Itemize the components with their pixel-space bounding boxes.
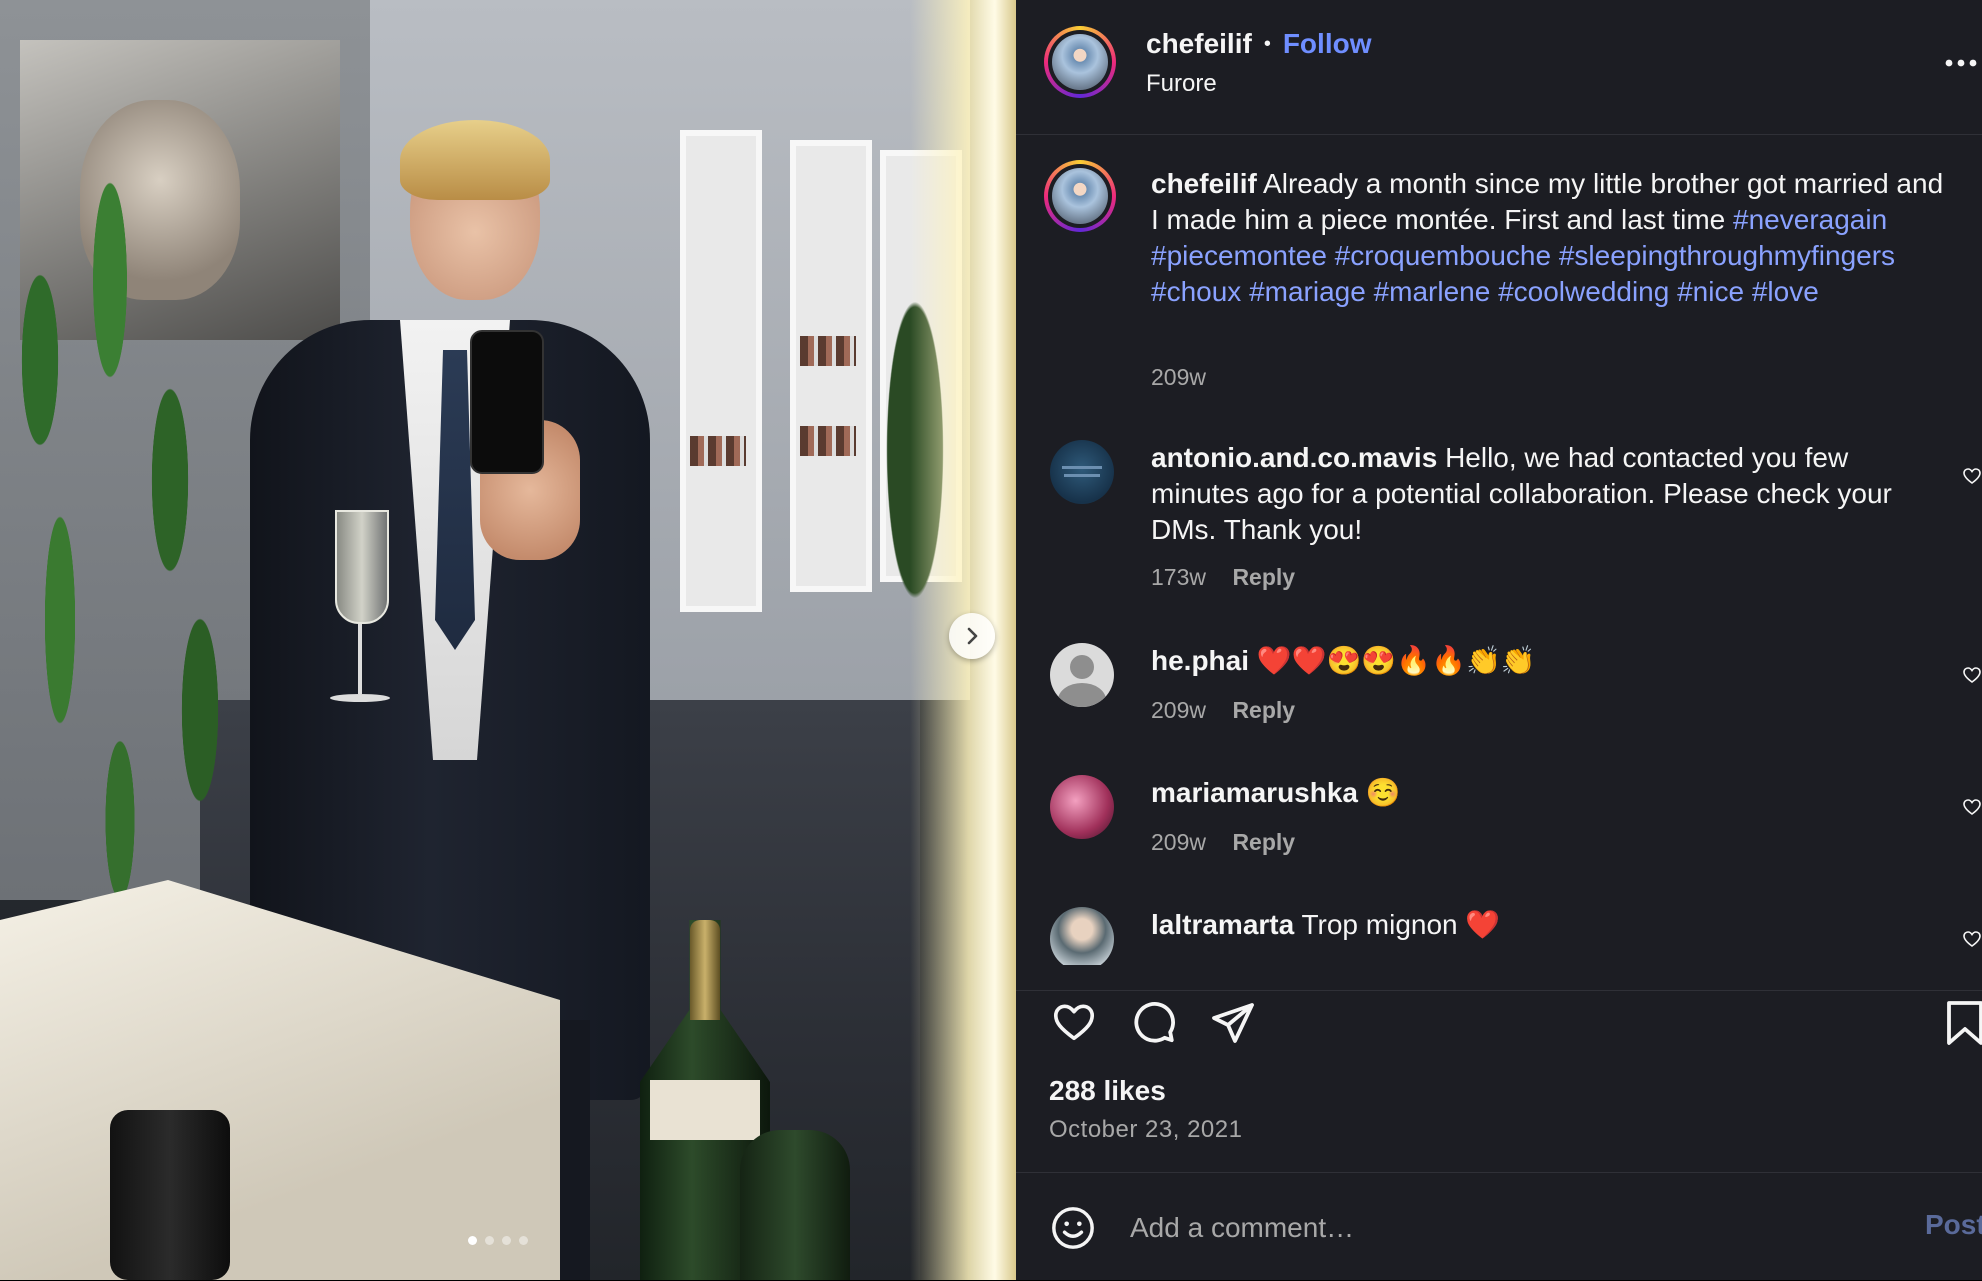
caption-age[interactable]: 209w [1151,364,1206,391]
comment-username[interactable]: he.phai [1151,645,1249,676]
comment-body: mariamarushka ☺️ [1151,775,1951,811]
heart-icon[interactable] [1050,999,1098,1045]
comment-avatar[interactable] [1050,775,1114,839]
likes-count[interactable]: 288 likes [1049,1075,1166,1107]
comment-username[interactable]: laltramarta [1151,909,1294,940]
comment-age[interactable]: 209w [1151,697,1206,723]
comment-text: ❤️❤️😍😍🔥🔥👏👏 [1256,645,1536,676]
hair [400,120,550,200]
comment-avatar[interactable] [1050,440,1114,504]
comment-age[interactable]: 173w [1151,564,1206,590]
post-comment-button[interactable]: Post [1925,1209,1982,1241]
second-bottle [740,1130,850,1280]
caption-username[interactable]: chefeilif [1151,168,1257,199]
comment-body: laltramarta Trop mignon ❤️ [1151,907,1951,943]
comment-meta: 209w Reply [1151,697,1295,724]
comment-text: Trop mignon ❤️ [1301,909,1501,940]
comment-like-icon[interactable] [1962,466,1982,486]
comment-like-icon[interactable] [1962,797,1982,817]
carousel-dot [468,1236,477,1245]
bottle-foil [690,920,720,1020]
follow-button[interactable]: Follow [1283,28,1372,60]
reply-button[interactable]: Reply [1232,697,1295,723]
reply-button[interactable]: Reply [1232,564,1295,590]
post-header: chefeilif • Follow Furore [1016,0,1982,135]
carousel-dot [502,1236,511,1245]
caption-avatar[interactable] [1044,160,1116,232]
post-image[interactable] [0,0,1016,1280]
comment-like-icon[interactable] [1962,665,1982,685]
paper-plane-icon[interactable] [1209,999,1257,1047]
post-side-panel: chefeilif • Follow Furore chefeilif Alre… [1016,0,1982,1280]
comment-body: he.phai ❤️❤️😍😍🔥🔥👏👏 [1151,643,1951,679]
comment-username[interactable]: antonio.and.co.mavis [1151,442,1437,473]
comment-like-icon[interactable] [1962,929,1982,949]
author-avatar[interactable] [1044,26,1116,98]
author-username[interactable]: chefeilif [1146,28,1252,60]
separator-dot: • [1263,32,1271,55]
carousel-dot [519,1236,528,1245]
comment-bubble-icon[interactable] [1129,999,1177,1047]
post-date[interactable]: October 23, 2021 [1049,1116,1242,1144]
bottle-label [650,1080,760,1140]
caption-body: chefeilif Already a month since my littl… [1151,166,1951,310]
champagne-glass [330,510,390,710]
post-location[interactable]: Furore [1146,70,1217,98]
shelf-products [800,426,856,456]
comment-avatar[interactable] [1050,643,1114,707]
action-bar [1016,990,1982,1051]
comment-meta: 173w Reply [1151,564,1295,591]
next-image-button[interactable] [949,613,995,659]
comment-input[interactable] [1128,1205,1832,1251]
comment-age[interactable]: 209w [1151,829,1206,855]
comment-avatar[interactable] [1050,907,1114,965]
header-name-row: chefeilif • Follow [1146,28,1371,60]
more-horizontal-icon[interactable] [1944,58,1978,68]
comment-body: antonio.and.co.mavis Hello, we had conta… [1151,440,1951,548]
display-shelf [680,130,762,612]
bookmark-icon[interactable] [1945,999,1982,1047]
comment-text: ☺️ [1365,777,1401,808]
plant [0,60,260,960]
shelf-products [800,336,856,366]
comment-username[interactable]: mariamarushka [1151,777,1358,808]
comment-item: laltramarta Trop mignon ❤️ [1016,907,1982,965]
carousel-indicator [468,1236,528,1245]
reply-button[interactable]: Reply [1232,829,1295,855]
french-press [110,1110,230,1280]
chevron-right-icon [967,627,978,645]
comment-composer: Post [1016,1172,1982,1281]
comment-meta: 209w Reply [1151,829,1295,856]
shelf-products [690,436,746,466]
emoji-smile-icon[interactable] [1050,1205,1096,1251]
carousel-dot [485,1236,494,1245]
smartphone [470,330,544,474]
